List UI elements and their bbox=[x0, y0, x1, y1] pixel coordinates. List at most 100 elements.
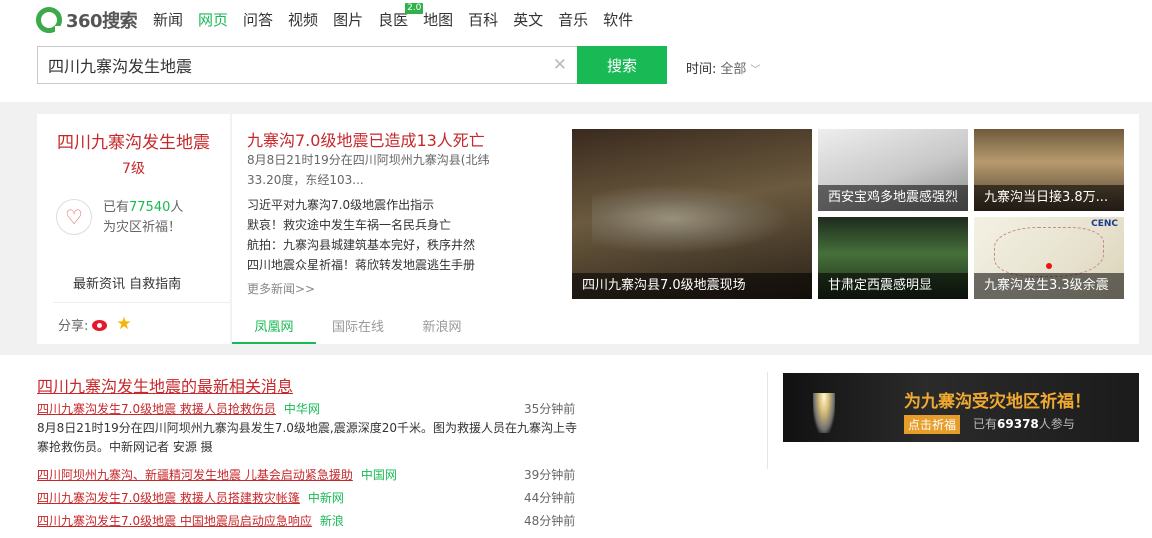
logo-icon bbox=[36, 7, 63, 33]
time-filter[interactable]: 时间: 全部 ﹀ bbox=[686, 58, 760, 77]
result-link[interactable]: 四川九寨沟发生7.0级地震 救援人员搭建救灾帐篷 bbox=[37, 491, 300, 505]
epicenter-marker bbox=[1046, 263, 1052, 269]
candle-icon bbox=[813, 393, 835, 433]
prayer-prefix: 已有 bbox=[103, 200, 130, 215]
column-divider bbox=[767, 372, 768, 469]
result-time: 48分钟前 bbox=[524, 514, 576, 528]
prayer-line2: 为灾区祈福！ bbox=[103, 220, 182, 235]
star-icon[interactable]: ★ bbox=[116, 314, 131, 334]
search-button[interactable]: 搜索 bbox=[577, 46, 667, 84]
divider bbox=[53, 302, 230, 303]
nav-doctor[interactable]: 良医 2.0 bbox=[378, 3, 424, 30]
photo-thumb[interactable]: 甘肃定西震感明显 bbox=[818, 217, 968, 299]
nav-software[interactable]: 软件 bbox=[603, 10, 633, 30]
photo-caption: 四川九寨沟县7.0级地震现场 bbox=[572, 273, 812, 299]
nav-qa[interactable]: 问答 bbox=[243, 10, 273, 30]
results-title[interactable]: 四川九寨沟发生地震的最新相关消息 bbox=[37, 373, 293, 397]
tab-cri[interactable]: 国际在线 bbox=[316, 314, 400, 344]
photo-thumb-map[interactable]: CENC 九寨沟发生3.3级余震 bbox=[974, 217, 1124, 299]
photo-thumb[interactable]: 西安宝鸡多地震感强烈 bbox=[818, 129, 968, 211]
photo-thumb[interactable]: 九寨沟当日接3.8万... bbox=[974, 129, 1124, 211]
source-tabs: 凤凰网 国际在线 新浪网 bbox=[232, 314, 484, 344]
clear-icon[interactable]: ✕ bbox=[553, 55, 567, 75]
more-news-link[interactable]: 更多新闻>> bbox=[247, 280, 315, 297]
photo-caption: 九寨沟当日接3.8万... bbox=[974, 185, 1124, 211]
cenc-logo: CENC bbox=[1091, 219, 1118, 229]
news-item[interactable]: 默哀！救灾途中发生车祸一名民兵身亡 bbox=[247, 215, 547, 235]
nav-baike[interactable]: 百科 bbox=[468, 10, 498, 30]
result-source: 中新网 bbox=[307, 491, 344, 505]
share-bar: 分享: ★ bbox=[58, 314, 132, 334]
result-snippet: 8月8日21时19分在四川阿坝州九寨沟县发生7.0级地震,震源深度20千米。图为… bbox=[37, 421, 577, 454]
news-item-text: 四川地震众星祈福！蒋欣转发地震逃生手册 bbox=[247, 258, 476, 272]
share-label: 分享: bbox=[58, 318, 89, 334]
tab-ifeng[interactable]: 凤凰网 bbox=[232, 314, 316, 344]
result-source: 新浪 bbox=[319, 514, 344, 528]
heart-icon[interactable]: ♡ bbox=[56, 199, 92, 235]
news-item-text: 习近平对九寨沟7.0级地震作出指示 bbox=[247, 198, 435, 212]
photo-main[interactable]: 四川九寨沟县7.0级地震现场 bbox=[572, 129, 812, 299]
photo-caption: 九寨沟发生3.3级余震 bbox=[974, 273, 1124, 299]
result-row: 四川阿坝州九寨沟、新疆精河发生地震 儿基会启动紧急援助 中国网 39分钟前 bbox=[37, 466, 575, 483]
top-nav: 新闻 网页 问答 视频 图片 良医 2.0 地图 百科 英文 音乐 软件 bbox=[153, 3, 648, 30]
result-time: 39分钟前 bbox=[524, 468, 576, 482]
nav-doctor-label: 良医 bbox=[378, 11, 409, 29]
nav-video[interactable]: 视频 bbox=[288, 10, 318, 30]
result-time: 35分钟前 bbox=[524, 402, 576, 416]
logo[interactable]: 360搜索 bbox=[36, 6, 138, 34]
prayer-count: 已有77540人 为灾区祈福！ bbox=[103, 198, 183, 238]
news-item[interactable]: 航拍：九寨沟县城建筑基本完好，秩序井然 bbox=[247, 235, 547, 255]
time-filter-label: 时间: bbox=[686, 62, 717, 77]
result-link[interactable]: 四川阿坝州九寨沟、新疆精河发生地震 儿基会启动紧急援助 bbox=[37, 468, 353, 482]
news-item-text: 航拍：九寨沟县城建筑基本完好，秩序井然 bbox=[247, 238, 476, 252]
banner-count: 69378 bbox=[997, 417, 1039, 431]
photo-caption: 西安宝鸡多地震感强烈 bbox=[818, 185, 968, 211]
tab-sina[interactable]: 新浪网 bbox=[400, 314, 484, 344]
result-link[interactable]: 四川九寨沟发生7.0级地震 中国地震局启动应急响应 bbox=[37, 514, 312, 528]
news-list: 习近平对九寨沟7.0级地震作出指示 默哀！救灾途中发生车祸一名民兵身亡 航拍：九… bbox=[247, 195, 547, 275]
prayer-suffix: 人 bbox=[170, 200, 184, 215]
news-item-text: 默哀！救灾途中发生车祸一名民兵身亡 bbox=[247, 218, 452, 232]
nav-map[interactable]: 地图 bbox=[423, 10, 453, 30]
prayer-banner-title: 为九寨沟受灾地区祈福！ bbox=[904, 392, 1091, 412]
news-summary: 8月8日21时19分在四川阿坝州九寨沟县(北纬33.20度，东经103... bbox=[247, 153, 490, 187]
card-links: 最新资讯 自救指南 bbox=[73, 273, 181, 292]
banner-count-suffix: 人参与 bbox=[1038, 417, 1075, 431]
news-headline[interactable]: 九寨沟7.0级地震已造成13人死亡 bbox=[247, 127, 485, 151]
photo-scene bbox=[592, 184, 792, 254]
result-source: 中国网 bbox=[360, 468, 397, 482]
weibo-icon[interactable] bbox=[92, 316, 110, 332]
result-time: 44分钟前 bbox=[524, 491, 576, 505]
news-item[interactable]: 习近平对九寨沟7.0级地震作出指示 bbox=[247, 195, 547, 215]
result-row: 四川九寨沟发生7.0级地震 中国地震局启动应急响应 新浪 48分钟前 bbox=[37, 512, 575, 529]
banner-participants: 已有69378人参与 bbox=[973, 415, 1075, 432]
prayer-number: 77540 bbox=[129, 200, 171, 215]
latest-news-link[interactable]: 最新资讯 bbox=[73, 277, 125, 292]
search-box: ✕ bbox=[37, 46, 577, 84]
result-row: 四川九寨沟发生7.0级地震 救援人员抢救伤员 中华网 35分钟前 bbox=[37, 400, 575, 417]
self-rescue-link[interactable]: 自救指南 bbox=[129, 277, 181, 292]
header: 360搜索 新闻 网页 问答 视频 图片 良医 2.0 地图 百科 英文 音乐 软… bbox=[0, 0, 1152, 102]
time-filter-value: 全部 bbox=[720, 62, 747, 77]
result-source: 中华网 bbox=[283, 402, 320, 416]
quake-magnitude: 7级 bbox=[122, 161, 145, 177]
chevron-down-icon: ﹀ bbox=[750, 65, 761, 76]
prayer-banner[interactable]: 为九寨沟受灾地区祈福！ 点击祈福 已有69378人参与 bbox=[783, 373, 1139, 442]
quake-summary-card: 四川九寨沟发生地震 7级 ♡ 已有77540人 为灾区祈福！ 最新资讯 自救指南… bbox=[37, 114, 230, 344]
logo-text: 360搜索 bbox=[66, 11, 138, 32]
nav-english[interactable]: 英文 bbox=[513, 10, 543, 30]
nav-news[interactable]: 新闻 bbox=[153, 10, 183, 30]
pray-button[interactable]: 点击祈福 bbox=[904, 415, 961, 434]
photo-caption: 甘肃定西震感明显 bbox=[818, 273, 968, 299]
result-link[interactable]: 四川九寨沟发生7.0级地震 救援人员抢救伤员 bbox=[37, 402, 276, 416]
search-input[interactable] bbox=[38, 47, 538, 83]
banner-count-prefix: 已有 bbox=[973, 417, 998, 431]
news-item[interactable]: 四川地震众星祈福！蒋欣转发地震逃生手册 bbox=[247, 255, 547, 275]
nav-images[interactable]: 图片 bbox=[333, 10, 363, 30]
nav-badge: 2.0 bbox=[405, 3, 424, 14]
result-row: 四川九寨沟发生7.0级地震 救援人员搭建救灾帐篷 中新网 44分钟前 bbox=[37, 489, 575, 506]
quake-title[interactable]: 四川九寨沟发生地震 bbox=[37, 128, 230, 153]
map-boundary bbox=[994, 227, 1104, 277]
nav-web[interactable]: 网页 bbox=[198, 10, 228, 30]
nav-music[interactable]: 音乐 bbox=[558, 10, 588, 30]
